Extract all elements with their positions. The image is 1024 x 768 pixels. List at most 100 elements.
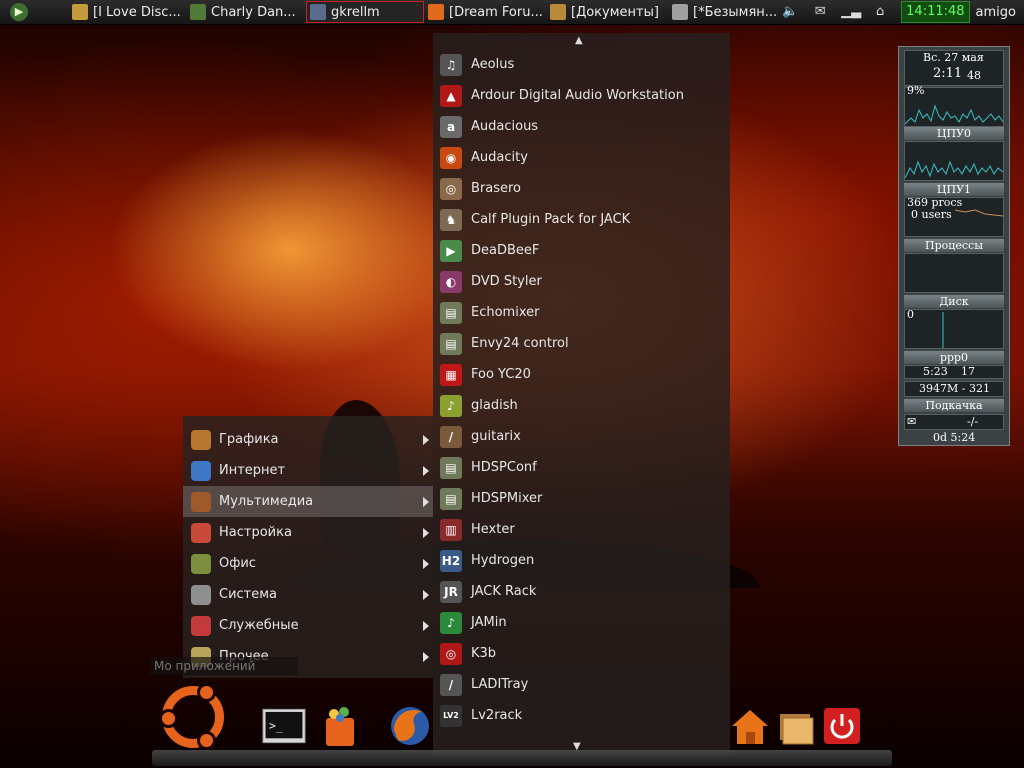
app-item[interactable]: ◉ Audacity — [433, 142, 730, 173]
gk-net-total: 3947M - 321 — [919, 382, 990, 395]
terminal-icon[interactable]: >_ — [262, 704, 306, 748]
app-item[interactable]: ▤ HDSPMixer — [433, 483, 730, 514]
app-label: Lv2rack — [471, 708, 523, 723]
network-monitor-icon[interactable]: ⌂ — [871, 3, 889, 21]
category-item[interactable]: Система — [183, 579, 433, 610]
app-item[interactable]: ◎ K3b — [433, 638, 730, 669]
app-item[interactable]: ▥ Hexter — [433, 514, 730, 545]
ubuntu-icon[interactable] — [159, 683, 224, 750]
app-icon: ▤ — [440, 332, 462, 355]
svg-text:>_: >_ — [269, 719, 283, 733]
task-app-icon — [672, 4, 688, 20]
task-app-icon — [310, 4, 326, 20]
gk-procs-label: Процессы — [904, 239, 1004, 252]
task-button[interactable]: Charly Dan... — [186, 1, 306, 23]
gkrellm-monitor: Вс. 27 мая 2:11 48 9% ЦПУ0 ЦПУ1 369 proc… — [898, 46, 1010, 446]
app-item[interactable]: ▶ DeaDBeeF — [433, 235, 730, 266]
category-label: Система — [219, 587, 278, 602]
app-item[interactable]: / guitarix — [433, 421, 730, 452]
app-item[interactable]: ▦ Foo YC20 — [433, 359, 730, 390]
task-label: [I Love Disc... — [93, 4, 181, 20]
gk-seconds: 48 — [967, 69, 981, 82]
category-list: Графика Интернет Мультимедиа Настройка Офис С… — [183, 416, 433, 678]
app-item[interactable]: a Audacious — [433, 111, 730, 142]
software-center-icon[interactable] — [318, 704, 362, 748]
folders-icon[interactable] — [774, 704, 818, 748]
app-icon: ♞ — [440, 208, 462, 231]
app-label: JACK Rack — [471, 584, 537, 599]
gk-time: 2:11 — [933, 66, 963, 81]
category-icon — [191, 429, 211, 450]
task-label: [Dream Foru... — [449, 4, 543, 20]
firefox-icon[interactable] — [388, 704, 432, 748]
category-item[interactable]: Графика — [183, 424, 433, 455]
app-item[interactable]: ◎ Brasero — [433, 173, 730, 204]
submenu-arrow-icon — [423, 465, 429, 476]
app-icon: LV2 — [440, 704, 462, 727]
app-icon: a — [440, 115, 462, 138]
category-item[interactable]: Офис — [183, 548, 433, 579]
category-item[interactable]: Служебные — [183, 610, 433, 641]
dock-shelf — [152, 750, 892, 766]
gk-mail-panel[interactable] — [904, 414, 1004, 430]
app-item[interactable]: ▤ Envy24 control — [433, 328, 730, 359]
app-item[interactable]: ▲ Ardour Digital Audio Workstation — [433, 80, 730, 111]
app-label: guitarix — [471, 429, 521, 444]
app-item[interactable]: JR JACK Rack — [433, 576, 730, 607]
app-item[interactable]: H2 Hydrogen — [433, 545, 730, 576]
app-icon: ▤ — [440, 456, 462, 479]
scroll-up-icon[interactable]: ▲ — [575, 35, 583, 46]
application-list: ♫ Aeolus ▲ Ardour Digital Audio Workstation… — [433, 33, 730, 755]
app-item[interactable]: ♫ Aeolus — [433, 49, 730, 80]
app-label: Foo YC20 — [471, 367, 531, 382]
app-item[interactable]: ◐ DVD Styler — [433, 266, 730, 297]
app-icon: ▶ — [440, 239, 462, 262]
task-button[interactable]: [*Безымян... — [668, 1, 786, 23]
search-input[interactable] — [150, 657, 298, 675]
category-item[interactable]: Интернет — [183, 455, 433, 486]
network-signal-icon[interactable]: ▁▃ — [841, 3, 861, 21]
home-folder-icon[interactable] — [728, 704, 772, 748]
app-label: Hexter — [471, 522, 515, 537]
category-item[interactable]: Мультимедиа — [183, 486, 433, 517]
app-item[interactable]: ♪ gladish — [433, 390, 730, 421]
category-icon — [191, 522, 211, 543]
app-item[interactable]: ♪ JAMin — [433, 607, 730, 638]
task-button[interactable]: [I Love Disc... — [68, 1, 186, 23]
task-button[interactable]: [Документы] — [546, 1, 668, 23]
app-item[interactable]: ▤ Echomixer — [433, 297, 730, 328]
gk-net-panel — [904, 365, 1004, 379]
gk-net-label: ppp0 — [904, 351, 1004, 364]
app-label: DVD Styler — [471, 274, 542, 289]
mail-icon[interactable]: ✉ — [811, 3, 829, 21]
app-label: Echomixer — [471, 305, 540, 320]
task-label: Charly Dan... — [211, 4, 296, 20]
volume-icon[interactable]: 🔈 — [781, 3, 799, 21]
submenu-arrow-icon — [423, 651, 429, 662]
app-icon: ▥ — [440, 518, 462, 541]
submenu-arrow-icon — [423, 589, 429, 600]
app-icon: ♪ — [440, 611, 462, 634]
category-label: Настройка — [219, 525, 292, 540]
category-item[interactable]: Настройка — [183, 517, 433, 548]
app-item[interactable]: ♞ Calf Plugin Pack for JACK — [433, 204, 730, 235]
ubuntu-dot — [197, 731, 216, 750]
app-icon: ◐ — [440, 270, 462, 293]
app-item[interactable]: ▤ HDSPConf — [433, 452, 730, 483]
ubuntu-dot — [197, 683, 216, 702]
task-button[interactable]: gkrellm — [306, 1, 424, 23]
power-icon[interactable] — [820, 704, 864, 748]
task-button[interactable]: [Dream Foru... — [424, 1, 546, 23]
category-label: Служебные — [219, 618, 299, 633]
app-item[interactable]: LV2 Lv2rack — [433, 700, 730, 731]
start-launcher[interactable]: ▶ — [8, 1, 30, 23]
user-name[interactable]: amigo — [976, 5, 1016, 20]
clock[interactable]: 14:11:48 — [901, 1, 970, 23]
app-item[interactable]: / LADITray — [433, 669, 730, 700]
app-icon: ♪ — [440, 394, 462, 417]
app-icon: ♫ — [440, 53, 462, 76]
category-label: Графика — [219, 432, 279, 447]
category-label: Интернет — [219, 463, 286, 478]
submenu-arrow-icon — [423, 527, 429, 538]
task-app-icon — [72, 4, 88, 20]
